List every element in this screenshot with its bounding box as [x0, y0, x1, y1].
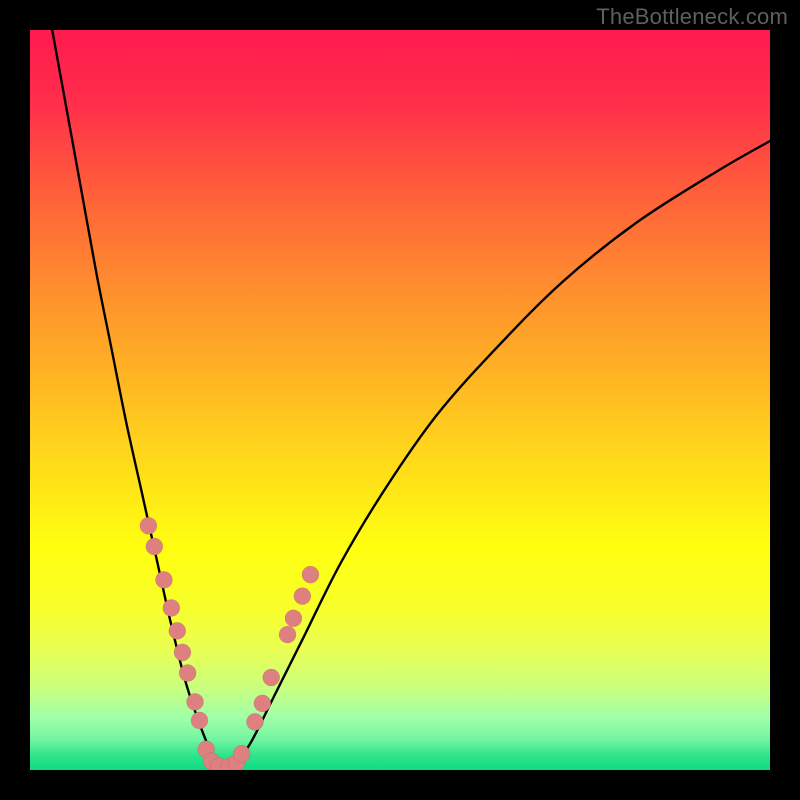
- data-marker: [179, 665, 196, 682]
- plot-area: [30, 30, 770, 770]
- data-marker: [246, 713, 263, 730]
- right-curve: [237, 141, 770, 763]
- data-marker: [174, 644, 191, 661]
- data-marker: [163, 599, 180, 616]
- data-marker: [146, 538, 163, 555]
- data-marker: [279, 626, 296, 643]
- data-marker: [155, 571, 172, 588]
- chart-frame: TheBottleneck.com: [0, 0, 800, 800]
- data-marker: [254, 695, 271, 712]
- data-marker: [263, 669, 280, 686]
- data-marker: [187, 693, 204, 710]
- data-marker: [140, 517, 157, 534]
- data-marker: [294, 588, 311, 605]
- data-marker: [169, 622, 186, 639]
- watermark-text: TheBottleneck.com: [596, 4, 788, 30]
- data-marker: [233, 745, 250, 762]
- chart-overlay: [30, 30, 770, 770]
- data-marker: [302, 566, 319, 583]
- data-marker: [285, 610, 302, 627]
- data-marker: [191, 712, 208, 729]
- data-markers: [140, 517, 319, 770]
